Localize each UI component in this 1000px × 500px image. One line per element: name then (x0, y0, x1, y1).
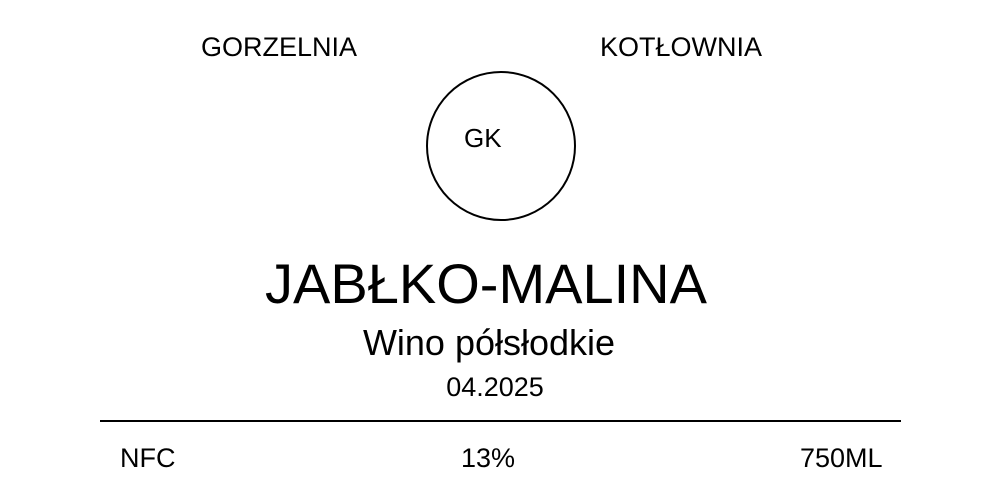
product-date: 04.2025 (446, 372, 544, 402)
brand-name-right: KOTŁOWNIA (600, 32, 763, 62)
brand-name-left: GORZELNIA (201, 32, 358, 62)
product-label: GORZELNIA KOTŁOWNIA GK JABŁKO-MALINA Win… (0, 0, 1000, 500)
product-type: Wino półsłodkie (362, 322, 616, 363)
monogram-text: GK (464, 123, 502, 153)
footer-juice-type: NFC (120, 443, 176, 473)
divider (100, 420, 901, 422)
product-name: JABŁKO-MALINA (265, 252, 707, 315)
footer-volume: 750ML (800, 443, 883, 473)
footer-alcohol-content: 13% (461, 443, 516, 473)
